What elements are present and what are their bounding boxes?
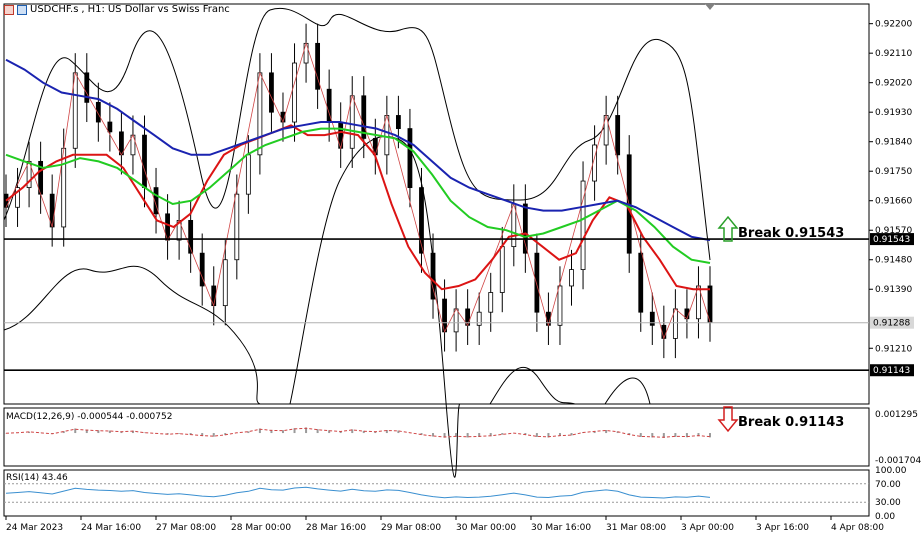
- rsi-y-tick: 0.00: [875, 512, 895, 522]
- symbol-name: USDCHF.s: [30, 4, 79, 15]
- break-down-annotation: Break 0.91143: [738, 415, 845, 430]
- candle: [511, 203, 517, 248]
- y-tick-label: 0.92110: [875, 49, 912, 59]
- rsi-y-tick: 100.00: [875, 466, 907, 476]
- candle: [615, 115, 621, 156]
- price-tag-label: 0.91288: [873, 319, 910, 329]
- candle: [292, 62, 297, 123]
- x-tick-label: 29 Mar 08:00: [381, 523, 441, 533]
- y-tick-label: 0.91750: [875, 167, 912, 177]
- rsi-y-tick: 70.00: [875, 480, 901, 490]
- rsi-panel: [3, 469, 870, 517]
- candle: [142, 134, 147, 189]
- y-tick-label: 0.92020: [875, 79, 912, 89]
- chart-window: 0.92200 0.92110 0.92020 0.91930 0.91840 0.917…: [0, 0, 923, 538]
- x-tick-label: 30 Mar 16:00: [531, 523, 591, 533]
- symbol-icon: [4, 4, 14, 15]
- y-tick-label: 0.91480: [875, 256, 912, 266]
- chart-canvas: 0.92200 0.92110 0.92020 0.91930 0.91840 0.917…: [3, 3, 921, 533]
- x-tick-label: 24 Mar 16:00: [81, 523, 141, 533]
- candle: [269, 72, 274, 113]
- symbol-description: US Dollar vs Swiss Franc: [107, 4, 230, 15]
- x-tick-label: 4 Apr 08:00: [831, 523, 884, 533]
- macd-y-tick: -0.001704: [875, 456, 921, 466]
- rsi-y-tick: 30.00: [875, 498, 901, 508]
- y-tick-label: 0.91660: [875, 197, 912, 207]
- y-tick-label: 0.91390: [875, 285, 912, 295]
- price-tag-label: 0.91543: [873, 235, 910, 245]
- chart-type-icon: [17, 4, 27, 15]
- y-tick-label: 0.91840: [875, 138, 912, 148]
- chart-header: USDCHF.s, H1: US Dollar vs Swiss Franc: [4, 4, 230, 15]
- candle: [234, 193, 240, 261]
- x-tick-label: 30 Mar 00:00: [456, 523, 516, 533]
- x-tick-label: 27 Mar 08:00: [156, 523, 216, 533]
- x-tick-label: 3 Apr 16:00: [756, 523, 809, 533]
- x-tick-label: 31 Mar 08:00: [606, 523, 666, 533]
- candle: [119, 131, 124, 156]
- x-tick-label: 28 Mar 16:00: [306, 523, 366, 533]
- candle: [476, 311, 482, 326]
- y-tick-label: 0.91210: [875, 344, 912, 354]
- candle: [488, 292, 494, 313]
- candle: [557, 285, 563, 326]
- candle: [534, 252, 540, 313]
- candle: [395, 115, 401, 129]
- candle: [245, 154, 251, 195]
- rsi-label: RSI(14) 43.46: [6, 473, 68, 483]
- candle: [419, 187, 424, 254]
- x-tick-label: 24 Mar 2023: [6, 523, 63, 533]
- candle: [407, 128, 413, 189]
- x-tick-label: 28 Mar 00:00: [231, 523, 291, 533]
- candle: [649, 311, 655, 326]
- macd-label: MACD(12,26,9) -0.000544 -0.000752: [6, 412, 172, 422]
- break-up-annotation: Break 0.91543: [738, 226, 845, 241]
- candle: [499, 246, 505, 293]
- price-tag-label: 0.91143: [873, 366, 910, 376]
- macd-y-tick: 0.001295: [875, 410, 918, 420]
- candle: [569, 269, 574, 287]
- candle: [638, 252, 644, 313]
- candle: [222, 259, 228, 307]
- candle: [257, 72, 263, 156]
- candle: [107, 121, 113, 133]
- y-tick-label: 0.92200: [875, 20, 912, 30]
- x-tick-label: 3 Apr 00:00: [681, 523, 734, 533]
- y-tick-label: 0.91930: [875, 108, 912, 118]
- timeframe: H1:: [87, 4, 105, 15]
